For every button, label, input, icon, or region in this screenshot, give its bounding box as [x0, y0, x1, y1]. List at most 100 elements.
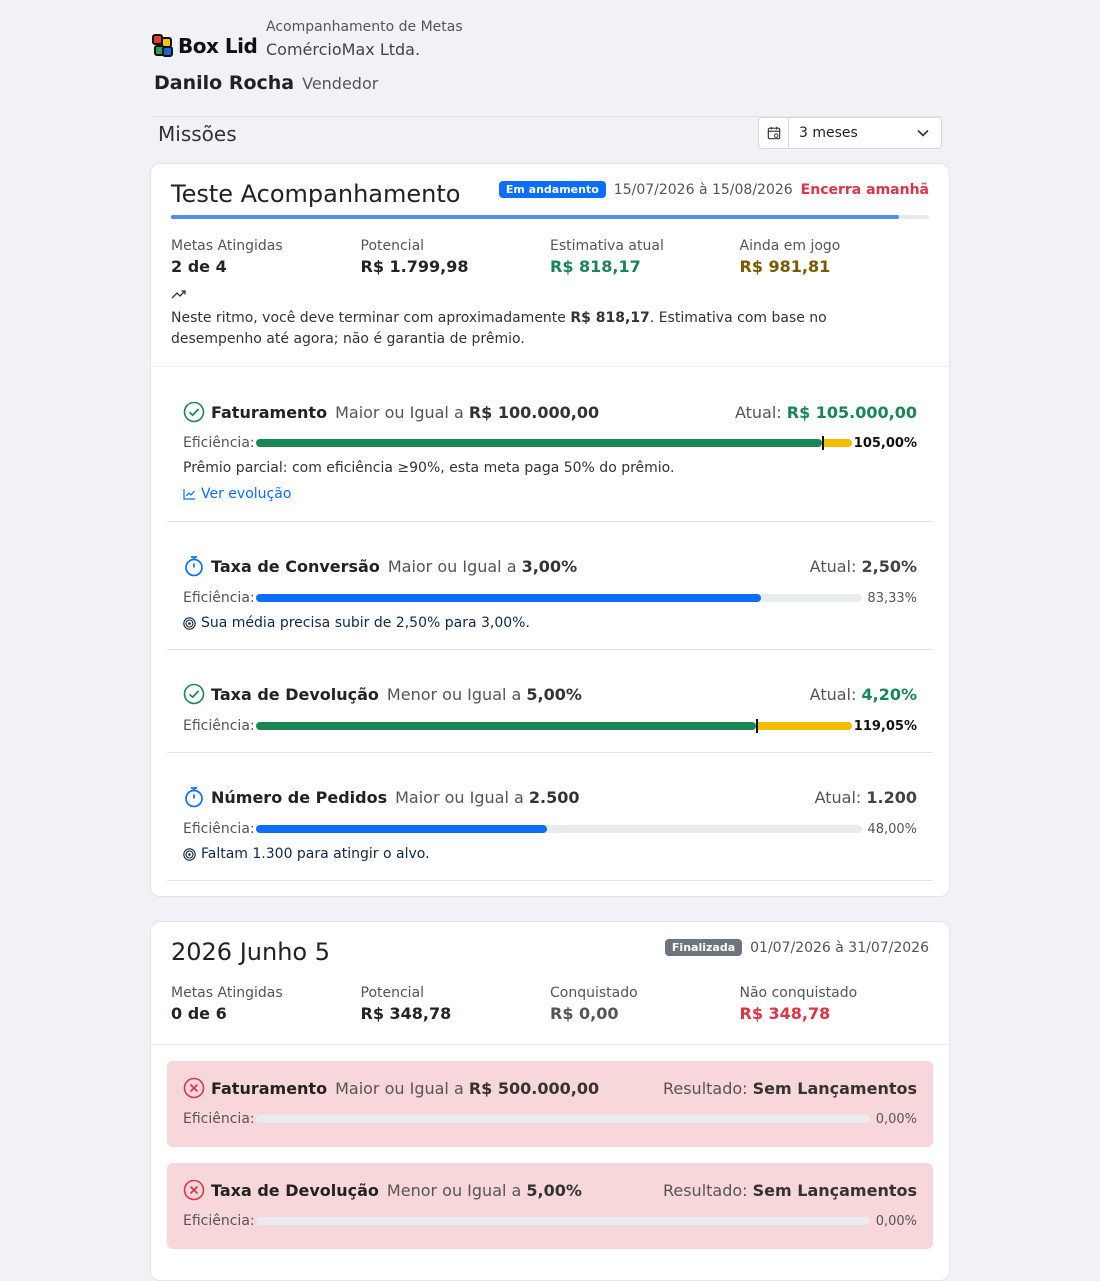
goal-condition: Maior ou Igual a R$ 500.000,00 [335, 1079, 599, 1098]
mission-title: 2026 Junho 5 [171, 938, 330, 966]
missions-toolbar: Missões 3 meses [152, 116, 942, 163]
mission-header: Teste Acompanhamento Em andamento 15/07/… [151, 164, 949, 367]
goal-header: Taxa de Devolução Menor ou Igual a 5,00%… [183, 683, 917, 705]
goal-name: Faturamento [211, 402, 328, 422]
brand-logo: Box Lid [152, 34, 258, 58]
page-subtitle: Acompanhamento de Metas [266, 19, 463, 35]
mission-progress-bar [171, 215, 929, 219]
stat-label: Conquistado [550, 985, 638, 1001]
mission-meta: Em andamento 15/07/2026 à 15/08/2026 Enc… [498, 181, 929, 198]
result-label: Resultado: [662, 1078, 753, 1098]
goal-item: Taxa de Devolução Menor ou Igual a 5,00%… [167, 1163, 933, 1249]
target-icon [183, 847, 196, 861]
condition-text: Menor ou Igual a [386, 1180, 527, 1200]
link-label: Ver evolução [201, 486, 292, 502]
check-circle-icon [183, 683, 205, 705]
period-select[interactable]: 3 meses [758, 117, 942, 149]
stat-value: 2 de 4 [171, 257, 227, 276]
condition-value: R$ 100.000,00 [468, 402, 600, 422]
stat-value: R$ 0,00 [550, 1004, 619, 1023]
result-value: Sem Lançamentos [752, 1078, 917, 1098]
stat-goals-achieved: Metas Atingidas 2 de 4 [171, 238, 361, 276]
efficiency-bar [256, 719, 852, 733]
user-role: Vendedor [302, 74, 379, 93]
stat-not-achieved: Não conquistado R$ 348,78 [740, 985, 930, 1023]
goal-hint: Sua média precisa subir de 2,50% para 3,… [183, 615, 917, 631]
efficiency-row: Eficiência: 105,00% [183, 435, 917, 451]
status-badge: Finalizada [664, 939, 743, 956]
goal-info: Prêmio parcial: com eficiência ≥90%, est… [183, 460, 675, 476]
section-title: Missões [158, 122, 237, 146]
stat-label: Estimativa atual [550, 238, 664, 254]
stat-value: R$ 348,78 [360, 1004, 452, 1023]
efficiency-value: 105,00% [853, 435, 917, 451]
mission-stats: Metas Atingidas 0 de 6 Potencial R$ 348,… [171, 985, 929, 1023]
mission-progress-fill [171, 215, 899, 219]
forecast-note: Neste ritmo, você deve terminar com apro… [171, 308, 897, 350]
mission-title: Teste Acompanhamento [171, 180, 461, 208]
goal-condition: Menor ou Igual a 5,00% [387, 1181, 582, 1200]
hint-text: Sua média precisa subir de 2,50% para 3,… [201, 615, 530, 631]
goal-name: Taxa de Devolução [211, 1180, 379, 1200]
efficiency-value: 48,00% [867, 821, 917, 837]
current-label: Atual: [809, 684, 862, 704]
current-value: 2,50% [861, 556, 917, 576]
efficiency-bar [256, 825, 862, 833]
check-circle-icon [183, 401, 205, 423]
goal-condition: Maior ou Igual a 2.500 [395, 788, 579, 807]
current-label: Atual: [814, 787, 867, 807]
goal-result: Resultado: Sem Lançamentos [663, 1079, 917, 1098]
condition-value: 3,00% [521, 556, 578, 576]
efficiency-value: 0,00% [875, 1111, 917, 1127]
target-marker [822, 436, 824, 450]
stat-label: Potencial [360, 985, 425, 1001]
efficiency-fill [256, 439, 822, 447]
logo-mark [152, 34, 174, 58]
efficiency-fill [256, 594, 761, 602]
goal-header: Faturamento Maior ou Igual a R$ 500.000,… [183, 1077, 917, 1099]
stat-value: R$ 981,81 [739, 257, 831, 276]
page-header: Box Lid Acompanhamento de Metas Comércio… [150, 0, 950, 116]
goal-header: Faturamento Maior ou Igual a R$ 100.000,… [183, 401, 917, 423]
condition-text: Maior ou Igual a [395, 787, 529, 807]
efficiency-bar [256, 1217, 870, 1225]
goal-condition: Maior ou Igual a R$ 100.000,00 [335, 403, 599, 422]
condition-value: 5,00% [526, 684, 582, 704]
stat-current-estimate: Estimativa atual R$ 818,17 [550, 238, 740, 276]
stopwatch-icon [183, 555, 205, 577]
mission-header: 2026 Junho 5 Finalizada 01/07/2026 à 31/… [151, 922, 949, 1045]
goal-item: Taxa de Conversão Maior ou Igual a 3,00%… [167, 522, 933, 650]
stat-label: Não conquistado [739, 985, 858, 1001]
mission-dates: 01/07/2026 à 31/07/2026 [750, 939, 929, 956]
efficiency-row: Eficiência: 83,33% [183, 590, 917, 606]
goal-item: Número de Pedidos Maior ou Igual a 2.500… [167, 753, 933, 881]
efficiency-overflow [756, 722, 852, 730]
stat-potential: Potencial R$ 1.799,98 [361, 238, 551, 276]
goal-current: Atual: 4,20% [810, 685, 917, 704]
efficiency-row: Eficiência: 0,00% [183, 1213, 917, 1229]
stat-value: R$ 348,78 [739, 1004, 831, 1023]
efficiency-value: 83,33% [867, 590, 917, 606]
goal-item: Taxa de Devolução Menor ou Igual a 5,00%… [167, 650, 933, 753]
stat-value: R$ 1.799,98 [360, 257, 469, 276]
efficiency-row: Eficiência: 119,05% [183, 718, 917, 734]
mission-dates: 15/07/2026 à 15/08/2026 [613, 181, 793, 198]
stat-achieved: Conquistado R$ 0,00 [550, 985, 740, 1023]
goal-result: Resultado: Sem Lançamentos [663, 1181, 917, 1200]
current-label: Atual: [734, 402, 787, 422]
goal-condition: Menor ou Igual a 5,00% [387, 685, 582, 704]
stopwatch-icon [183, 786, 205, 808]
note-text: Neste ritmo, você deve terminar com apro… [171, 310, 571, 326]
current-value: 1.200 [866, 787, 917, 807]
mission-card: 2026 Junho 5 Finalizada 01/07/2026 à 31/… [150, 921, 950, 1281]
brand-name: Box Lid [178, 34, 258, 58]
goal-name: Número de Pedidos [211, 787, 388, 807]
goal-current: Atual: 2,50% [810, 557, 917, 576]
efficiency-row: Eficiência: 48,00% [183, 821, 917, 837]
goal-current: Atual: 1.200 [815, 788, 917, 807]
efficiency-bar [256, 436, 852, 450]
x-circle-icon [183, 1179, 205, 1201]
efficiency-label: Eficiência: [183, 1111, 255, 1127]
view-evolution-link[interactable]: Ver evolução [183, 486, 917, 502]
condition-value: R$ 500.000,00 [468, 1078, 600, 1098]
